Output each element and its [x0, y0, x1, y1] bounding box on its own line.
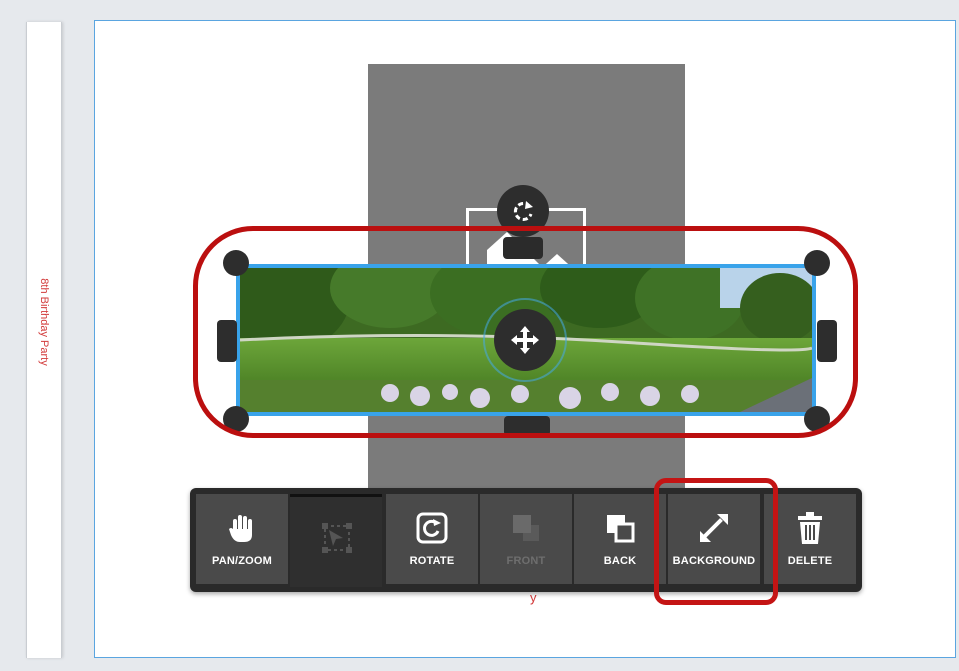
crop-select-button[interactable] [290, 494, 382, 587]
crop-select-icon [322, 523, 352, 553]
front-button[interactable]: FRONT [480, 494, 572, 584]
bring-front-icon [513, 515, 539, 541]
rotate-icon [416, 512, 448, 544]
back-label: BACK [603, 555, 637, 567]
page-text-fragment: y [530, 590, 537, 605]
rotate-arrow-icon [513, 201, 533, 221]
highlight-oval [193, 226, 858, 438]
book-spine: 8th Birthday Party [26, 22, 62, 658]
front-label: FRONT [506, 555, 546, 567]
rotate-button[interactable]: ROTATE [386, 494, 478, 584]
trash-icon [798, 512, 822, 544]
send-back-icon [607, 515, 635, 543]
pan-zoom-label: PAN/ZOOM [211, 555, 273, 567]
back-button[interactable]: BACK [574, 494, 666, 584]
highlight-rectangle [654, 478, 778, 605]
pan-zoom-button[interactable]: PAN/ZOOM [196, 494, 288, 584]
delete-label: DELETE [787, 555, 833, 567]
rotate-label: ROTATE [409, 555, 455, 567]
spine-title: 8th Birthday Party [38, 278, 50, 366]
hand-icon [229, 515, 252, 542]
